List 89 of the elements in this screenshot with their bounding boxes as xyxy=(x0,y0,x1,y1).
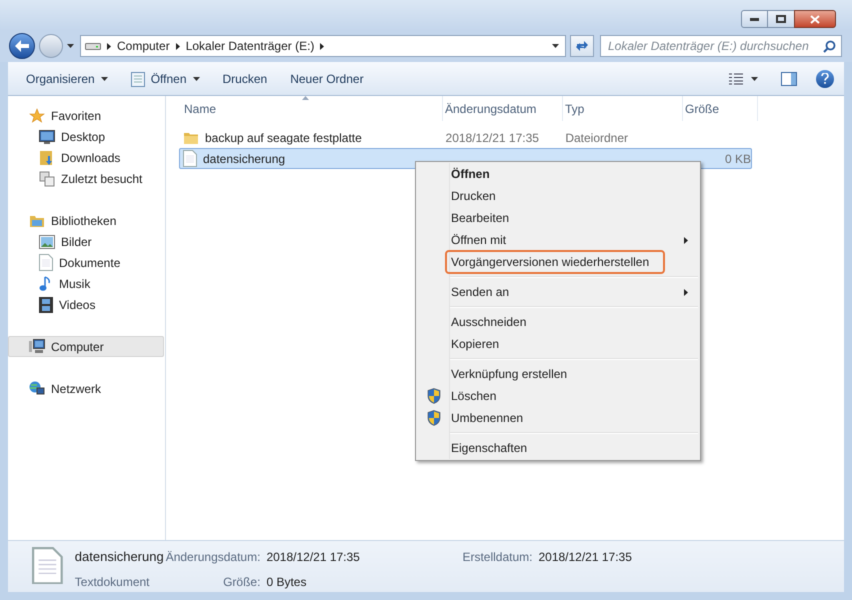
sidebar-item[interactable]: Computer xyxy=(8,336,164,357)
minimize-button[interactable] xyxy=(741,10,768,28)
sidebar-item[interactable]: Bibliotheken xyxy=(8,210,164,231)
menu-item[interactable]: Bearbeiten xyxy=(418,207,698,229)
caret-icon xyxy=(100,76,108,80)
menu-item[interactable]: Löschen xyxy=(418,385,698,407)
sidebar-item[interactable]: Downloads xyxy=(8,147,164,168)
chevron-right-icon xyxy=(176,42,180,50)
sidebar-item[interactable]: Favoriten xyxy=(8,105,164,126)
film-icon xyxy=(39,296,53,312)
drive-icon xyxy=(85,41,101,51)
date-cell: 2018/12/21 17:35 xyxy=(446,130,539,144)
help-button[interactable] xyxy=(816,70,834,88)
chevron-right-icon xyxy=(684,288,688,296)
picture-frame-icon xyxy=(39,234,55,248)
menu-item[interactable]: Eigenschaften xyxy=(418,437,698,459)
detail-label: Größe: xyxy=(222,574,260,590)
toolbar-button[interactable]: Drucken xyxy=(214,66,276,90)
breadcrumb[interactable]: Computer xyxy=(117,37,170,55)
column-header[interactable]: Größe xyxy=(683,96,758,121)
column-header[interactable]: Typ xyxy=(563,96,683,121)
detail-value: 2018/12/21 17:35 xyxy=(538,549,632,566)
computer-icon xyxy=(29,339,45,354)
sidebar-item[interactable]: Dokumente xyxy=(8,252,164,273)
star-icon xyxy=(29,108,45,124)
caret-icon xyxy=(751,76,758,80)
chevron-right-icon xyxy=(320,42,324,50)
file-name: datensicherung xyxy=(74,548,164,566)
detail-value: 0 Bytes xyxy=(266,574,308,590)
sidebar-item[interactable]: Musik xyxy=(8,273,164,294)
breadcrumb[interactable]: Lokaler Datenträger (E:) xyxy=(186,37,314,55)
recent-places-icon xyxy=(39,170,55,186)
notepad-icon xyxy=(130,70,145,86)
preview-pane-icon xyxy=(781,72,797,86)
chevron-right-icon xyxy=(684,236,688,244)
back-button[interactable] xyxy=(9,33,35,59)
recent-pages-caret-icon xyxy=(67,44,74,48)
dropdown-caret-icon xyxy=(552,44,559,48)
document-icon xyxy=(183,150,197,167)
sidebar-item[interactable]: Netzwerk xyxy=(8,378,164,399)
monitor-icon xyxy=(39,130,55,144)
file-type: Textdokument xyxy=(74,574,151,590)
file-name: backup auf seagate festplatte xyxy=(205,130,362,146)
search-field[interactable]: Lokaler Datenträger (E:) durchsuchen xyxy=(600,35,842,57)
close-button[interactable] xyxy=(794,10,836,28)
detail-label: Änderungsdatum: xyxy=(166,549,260,566)
folder-icon xyxy=(183,130,199,144)
menu-item[interactable]: Senden an xyxy=(418,281,698,303)
toolbar-button[interactable]: Neuer Ordner xyxy=(282,66,372,90)
toolbar-button[interactable]: Öffnen xyxy=(122,66,208,90)
close-icon xyxy=(810,14,820,24)
detail-value: 2018/12/21 17:35 xyxy=(266,549,361,566)
search-icon xyxy=(823,40,836,52)
document-icon xyxy=(32,547,63,584)
file-name: datensicherung xyxy=(203,150,286,168)
menu-item[interactable]: Kopieren xyxy=(418,333,698,355)
menu-item[interactable]: Drucken xyxy=(418,185,698,207)
help-icon xyxy=(821,73,829,84)
refresh-button[interactable] xyxy=(570,35,594,57)
menu-item[interactable]: Ausschneiden xyxy=(418,311,698,333)
shield-icon xyxy=(426,410,440,426)
toolbar-button[interactable]: Organisieren xyxy=(18,66,116,90)
maximize-icon xyxy=(776,15,786,23)
sidebar-item[interactable]: Bilder xyxy=(8,231,164,252)
menu-item[interactable]: Umbenennen xyxy=(418,407,698,429)
detail-label: Erstelldatum: xyxy=(462,549,532,566)
column-header[interactable]: Name xyxy=(182,96,443,121)
type-cell: Dateiordner xyxy=(565,130,628,144)
network-icon xyxy=(29,381,45,396)
list-view-icon xyxy=(729,72,743,84)
size-cell: 0 KB xyxy=(724,152,751,166)
sidebar-item[interactable]: Videos xyxy=(8,294,164,315)
sidebar-item[interactable]: Desktop xyxy=(8,126,164,147)
refresh-icon xyxy=(575,40,589,52)
caret-icon xyxy=(192,76,200,80)
file-row[interactable]: backup auf seagate festplatte 2018/12/21 17:35 Dateiordner xyxy=(179,127,752,148)
download-folder-icon xyxy=(39,150,55,166)
sidebar-item[interactable]: Zuletzt besucht xyxy=(8,168,164,189)
address-bar[interactable]: Computer Lokaler Datenträger (E:) xyxy=(80,35,566,57)
minimize-icon xyxy=(750,18,759,20)
document-icon xyxy=(39,254,53,271)
arrow-left-icon xyxy=(15,40,29,52)
menu-item[interactable]: Öffnen mit xyxy=(418,229,698,251)
maximize-button[interactable] xyxy=(768,10,794,28)
menu-item[interactable]: Verknüpfung erstellen xyxy=(418,363,698,385)
music-note-icon xyxy=(39,276,53,292)
chevron-right-icon xyxy=(107,42,111,50)
column-header[interactable]: Änderungsdatum xyxy=(443,96,563,121)
shield-icon xyxy=(426,388,440,404)
